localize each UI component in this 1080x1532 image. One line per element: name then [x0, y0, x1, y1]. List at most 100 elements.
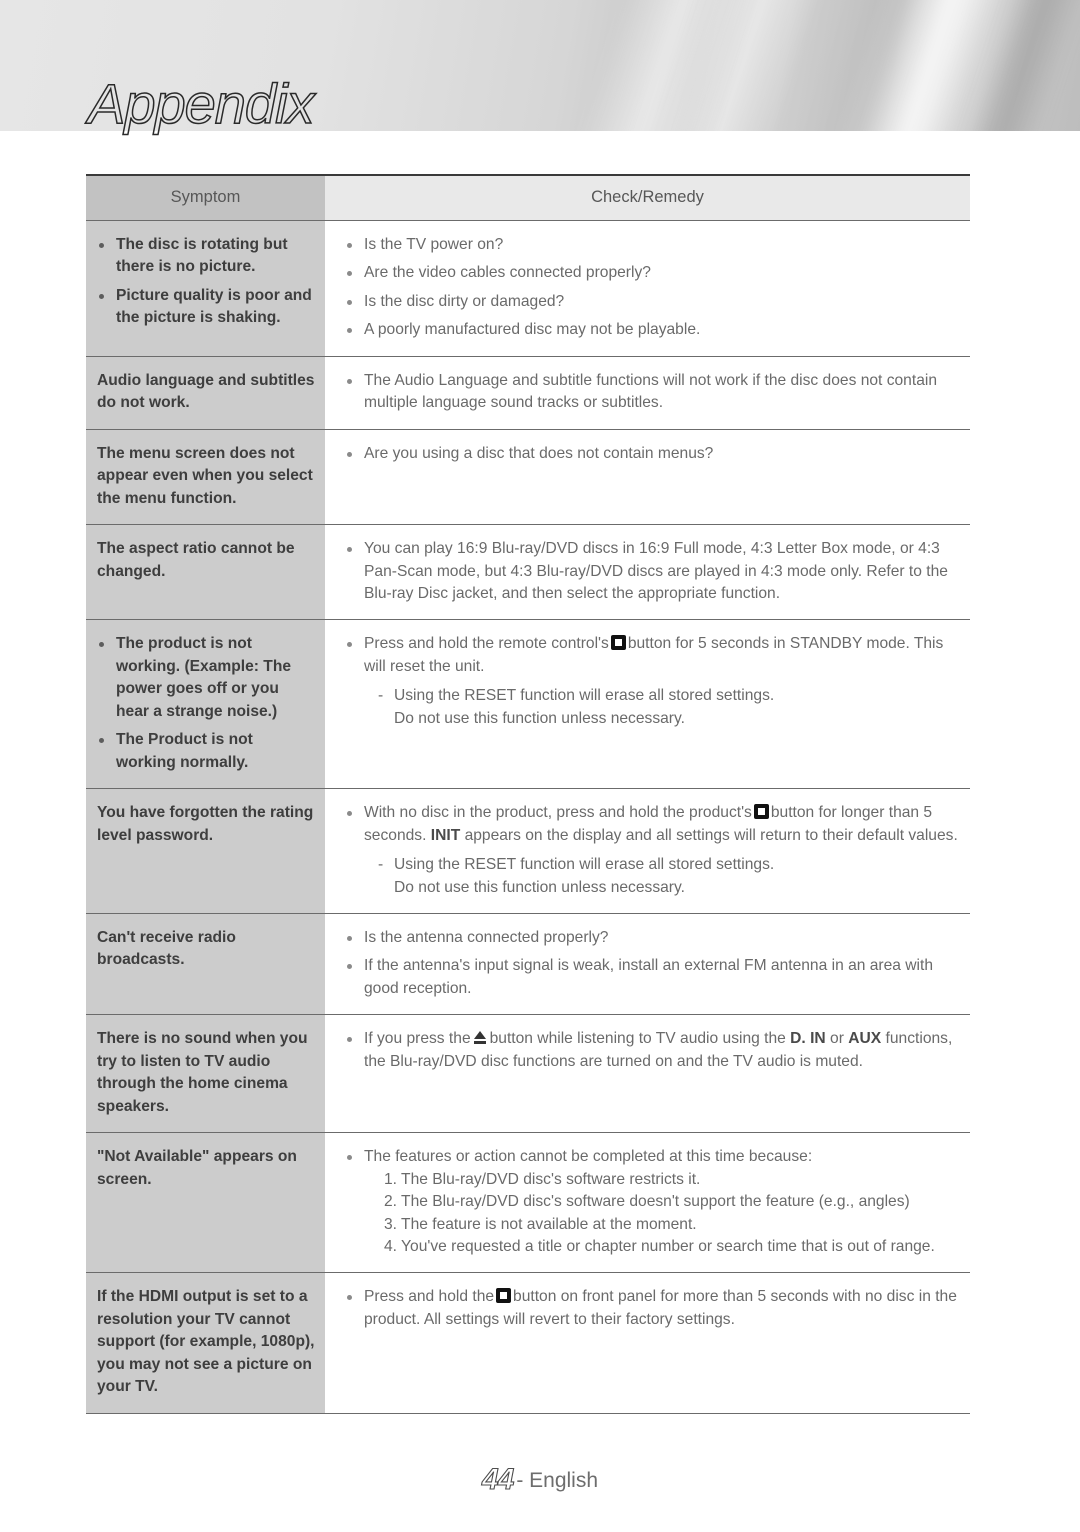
list-item: Picture quality is poor and the picture … — [97, 285, 315, 330]
numbered-item: 1. The Blu-ray/DVD disc's software restr… — [384, 1170, 701, 1188]
symptom-cell: Can't receive radio broadcasts. — [86, 913, 325, 1016]
remedy-cell: The Audio Language and subtitle function… — [325, 356, 970, 430]
page-number: 44 — [481, 1462, 515, 1496]
list-item: Are you using a disc that does not conta… — [345, 443, 958, 465]
list-item: If you press the button while listening t… — [345, 1028, 958, 1073]
stop-button-icon — [496, 1288, 512, 1304]
table-row: If the HDMI output is set to a resolutio… — [86, 1272, 970, 1414]
list-item: Is the antenna connected properly? — [345, 927, 958, 949]
remedy-bullet-list: The Audio Language and subtitle function… — [345, 370, 958, 415]
column-header-check-remedy: Check/Remedy — [325, 174, 970, 221]
eject-button-icon — [473, 1030, 487, 1044]
remedy-lead-text: The features or action cannot be complet… — [364, 1148, 813, 1166]
numbered-item: 2. The Blu-ray/DVD disc's software doesn… — [384, 1193, 910, 1211]
remedy-subnote-line2: Do not use this function unless necessar… — [394, 709, 685, 727]
remedy-cell: If you press the button while listening t… — [325, 1014, 970, 1134]
remedy-subnote-line1: Using the RESET function will erase all … — [394, 856, 775, 874]
table-row: The disc is rotating but there is no pic… — [86, 220, 970, 357]
symptom-cell: Audio language and subtitles do not work… — [86, 356, 325, 430]
remedy-bullet-list: You can play 16:9 Blu-ray/DVD discs in 1… — [345, 538, 958, 605]
remedy-bullet-list: Are you using a disc that does not conta… — [345, 443, 958, 465]
table-header-row: Symptom Check/Remedy — [86, 174, 970, 221]
page-language-label: - English — [516, 1469, 599, 1492]
remedy-subnote: Using the RESET function will erase all … — [364, 685, 958, 730]
list-item: With no disc in the product, press and h… — [345, 802, 958, 899]
symptom-text: The menu screen does not appear even whe… — [97, 444, 313, 507]
symptom-text: You have forgotten the rating level pass… — [97, 804, 314, 844]
list-item: The disc is rotating but there is no pic… — [97, 234, 315, 279]
remedy-cell: Press and hold the remote control's butto… — [325, 619, 970, 790]
symptom-cell: The product is not working. (Example: Th… — [86, 619, 325, 790]
remedy-cell: Press and hold the button on front panel … — [325, 1272, 970, 1414]
remedy-bullet-list: Press and hold the button on front panel … — [345, 1286, 958, 1331]
list-item: Is the disc dirty or damaged? — [345, 291, 958, 313]
remedy-subnote-line1: Using the RESET function will erase all … — [394, 687, 775, 705]
list-item: Press and hold the remote control's butto… — [345, 633, 958, 730]
list-item: A poorly manufactured disc may not be pl… — [345, 319, 958, 341]
remedy-bullet-list: The features or action cannot be complet… — [345, 1146, 958, 1258]
list-item: Is the TV power on? — [345, 234, 958, 256]
table-row: The aspect ratio cannot be changed. You … — [86, 524, 970, 621]
column-header-symptom: Symptom — [86, 174, 325, 221]
remedy-bold-init: INIT — [430, 826, 461, 844]
symptom-bullet-list: The product is not working. (Example: Th… — [97, 633, 315, 774]
symptom-text: Audio language and subtitles do not work… — [97, 371, 315, 412]
remedy-cell: Is the antenna connected properly? If th… — [325, 913, 970, 1016]
symptom-cell: The menu screen does not appear even whe… — [86, 429, 325, 526]
table-row: Can't receive radio broadcasts. Is the a… — [86, 913, 970, 1016]
symptom-cell: There is no sound when you try to listen… — [86, 1014, 325, 1134]
remedy-text-pre: Press and hold the remote control's — [364, 635, 609, 653]
symptom-cell: If the HDMI output is set to a resolutio… — [86, 1272, 325, 1414]
remedy-text-mid: or — [830, 1030, 844, 1048]
numbered-item: 4. You've requested a title or chapter n… — [384, 1237, 935, 1255]
list-item: The product is not working. (Example: Th… — [97, 633, 315, 723]
troubleshooting-table: Symptom Check/Remedy The disc is rotatin… — [86, 174, 970, 1414]
page-title: Appendix — [87, 72, 315, 135]
symptom-text: "Not Available" appears on screen. — [97, 1148, 297, 1188]
remedy-bold-aux: AUX — [848, 1030, 882, 1048]
remedy-bullet-list: Is the TV power on? Are the video cables… — [345, 234, 958, 342]
remedy-bullet-list: If you press the button while listening t… — [345, 1028, 958, 1073]
list-item: If the antenna's input signal is weak, i… — [345, 955, 958, 1000]
remedy-bullet-list: With no disc in the product, press and h… — [345, 802, 958, 899]
numbered-item: 3. The feature is not available at the m… — [384, 1215, 697, 1233]
stop-button-icon — [610, 635, 626, 651]
symptom-text: Can't receive radio broadcasts. — [97, 928, 236, 969]
remedy-cell: Is the TV power on? Are the video cables… — [325, 220, 970, 357]
symptom-bullet-list: The disc is rotating but there is no pic… — [97, 234, 315, 330]
remedy-text-pre: Press and hold the — [364, 1288, 495, 1306]
symptom-text: If the HDMI output is set to a resolutio… — [97, 1288, 315, 1396]
table-row: Audio language and subtitles do not work… — [86, 356, 970, 430]
remedy-cell: With no disc in the product, press and h… — [325, 788, 970, 914]
list-item: Are the video cables connected properly? — [345, 262, 958, 284]
remedy-subnote: Using the RESET function will erase all … — [364, 854, 958, 899]
remedy-cell: You can play 16:9 Blu-ray/DVD discs in 1… — [325, 524, 970, 621]
list-item: Press and hold the button on front panel … — [345, 1286, 958, 1331]
list-item: You can play 16:9 Blu-ray/DVD discs in 1… — [345, 538, 958, 605]
remedy-text-post-b: appears on the display and all settings … — [464, 826, 958, 844]
remedy-text-pre: If you press the — [364, 1030, 471, 1048]
remedy-cell: Are you using a disc that does not conta… — [325, 429, 970, 526]
remedy-bold-dinput: D. IN — [790, 1030, 826, 1048]
table-row: There is no sound when you try to listen… — [86, 1014, 970, 1134]
symptom-cell: You have forgotten the rating level pass… — [86, 788, 325, 914]
table-row: You have forgotten the rating level pass… — [86, 788, 970, 914]
symptom-cell: The disc is rotating but there is no pic… — [86, 220, 325, 357]
list-item: The features or action cannot be complet… — [345, 1146, 958, 1258]
header-sheen-highlight-left — [559, 0, 771, 131]
table-row: The product is not working. (Example: Th… — [86, 619, 970, 790]
remedy-cell: The features or action cannot be complet… — [325, 1132, 970, 1274]
table-row: "Not Available" appears on screen. The f… — [86, 1132, 970, 1274]
symptom-text: The aspect ratio cannot be changed. — [97, 540, 295, 580]
remedy-text-post-a: button while listening to TV audio using… — [489, 1030, 786, 1048]
list-item: The Audio Language and subtitle function… — [345, 370, 958, 415]
remedy-bullet-list: Is the antenna connected properly? If th… — [345, 927, 958, 1000]
page-footer: 44- English — [0, 1462, 1080, 1497]
list-item: The Product is not working normally. — [97, 729, 315, 774]
remedy-text-pre: With no disc in the product, press and h… — [364, 804, 752, 822]
remedy-bullet-list: Press and hold the remote control's butto… — [345, 633, 958, 730]
symptom-cell: The aspect ratio cannot be changed. — [86, 524, 325, 621]
symptom-text: There is no sound when you try to listen… — [97, 1030, 308, 1115]
symptom-cell: "Not Available" appears on screen. — [86, 1132, 325, 1274]
table-row: The menu screen does not appear even whe… — [86, 429, 970, 526]
